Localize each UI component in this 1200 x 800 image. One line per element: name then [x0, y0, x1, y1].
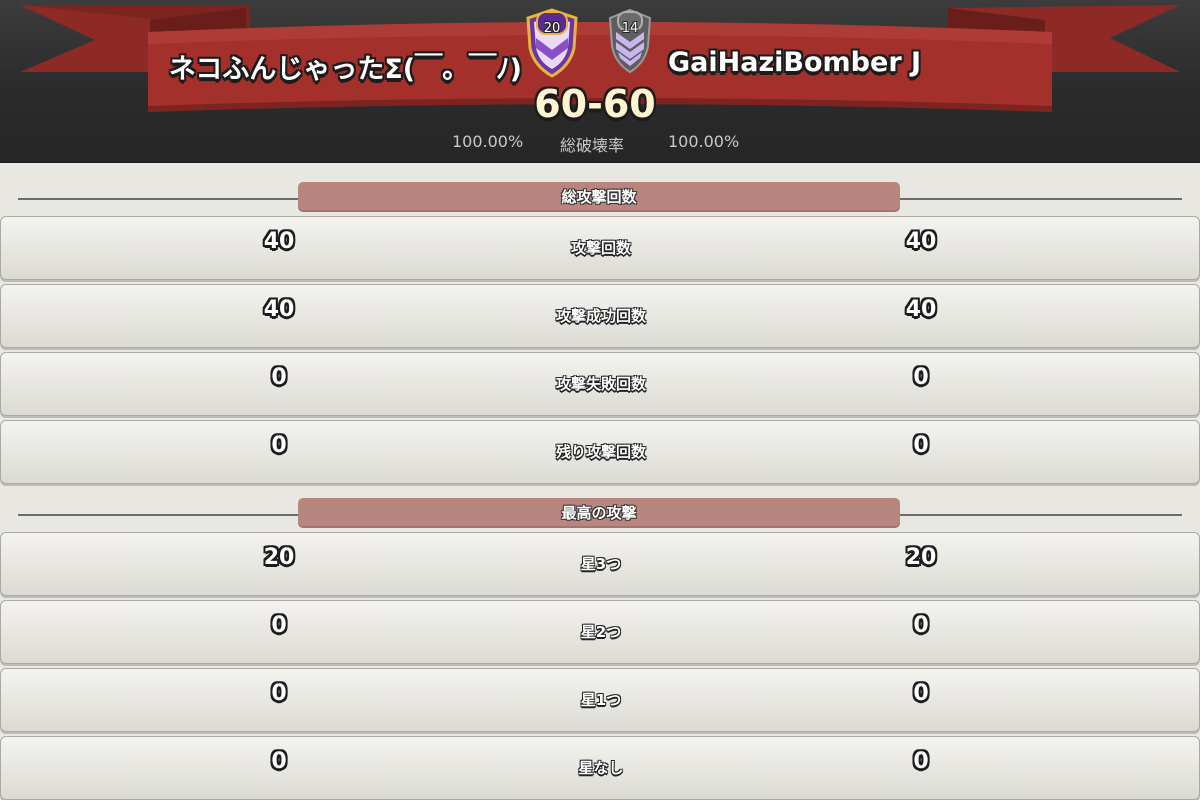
left-value: 20 [263, 545, 295, 570]
left-value: 0 [271, 681, 287, 706]
clan-left-destruction: 100.00% [452, 132, 524, 151]
right-value: 0 [913, 681, 929, 706]
right-value: 40 [905, 297, 937, 322]
section-title: 総攻撃回数 [298, 182, 900, 212]
stat-row-one-star: 0 星1つ 0 [0, 668, 1200, 732]
clan-right-name: GaiHaziBomber J [668, 47, 922, 78]
left-value: 40 [263, 229, 295, 254]
left-value: 40 [263, 297, 295, 322]
section-title: 最高の攻撃 [298, 498, 900, 528]
divider [18, 198, 298, 200]
stat-label: 攻撃失敗回数 [555, 375, 646, 393]
clan-left-badge: 20 [524, 8, 580, 82]
stat-row-three-stars: 20 星3つ 20 [0, 532, 1200, 596]
left-value: 0 [271, 613, 287, 638]
right-value: 0 [913, 365, 929, 390]
right-value: 0 [913, 613, 929, 638]
stat-label: 星1つ [580, 691, 622, 709]
clan-badge-shield-icon [526, 8, 578, 78]
war-summary-header: ネコふんじゃったΣ(￣。￣ﾉ) 20 14 GaiHaziBomber J 60… [0, 0, 1200, 163]
divider [18, 514, 298, 516]
stat-row-successful-attacks: 40 攻撃成功回数 40 [0, 284, 1200, 348]
clan-badge-shield-icon [608, 8, 652, 74]
left-value: 0 [271, 749, 287, 774]
clan-left-name: ネコふんじゃったΣ(￣。￣ﾉ) [168, 54, 522, 85]
divider [900, 514, 1182, 516]
stat-row-no-stars: 0 星なし 0 [0, 736, 1200, 800]
war-score: 60-60 [534, 82, 656, 126]
section-header-total-attacks: 総攻撃回数 [0, 182, 1200, 214]
right-value: 0 [913, 749, 929, 774]
right-value: 0 [913, 433, 929, 458]
stat-label: 星3つ [580, 555, 622, 573]
clan-right-level: 14 [621, 21, 639, 36]
destruction-label: 総破壊率 [560, 136, 625, 155]
right-value: 20 [905, 545, 937, 570]
divider [900, 198, 1182, 200]
stat-label: 星2つ [580, 623, 622, 641]
stat-row-failed-attacks: 0 攻撃失敗回数 0 [0, 352, 1200, 416]
stat-label: 攻撃回数 [570, 239, 631, 257]
stat-row-two-stars: 0 星2つ 0 [0, 600, 1200, 664]
left-value: 0 [271, 365, 287, 390]
right-value: 40 [905, 229, 937, 254]
clan-right-destruction: 100.00% [668, 132, 740, 151]
section-header-best-attacks: 最高の攻撃 [0, 498, 1200, 530]
stat-label: 攻撃成功回数 [555, 307, 646, 325]
stat-label: 残り攻撃回数 [555, 443, 646, 461]
stat-label: 星なし [578, 759, 624, 777]
clan-left-level: 20 [543, 21, 561, 36]
clan-right-badge: 14 [606, 8, 654, 78]
stat-row-attacks: 40 攻撃回数 40 [0, 216, 1200, 280]
left-value: 0 [271, 433, 287, 458]
stat-row-remaining-attacks: 0 残り攻撃回数 0 [0, 420, 1200, 484]
